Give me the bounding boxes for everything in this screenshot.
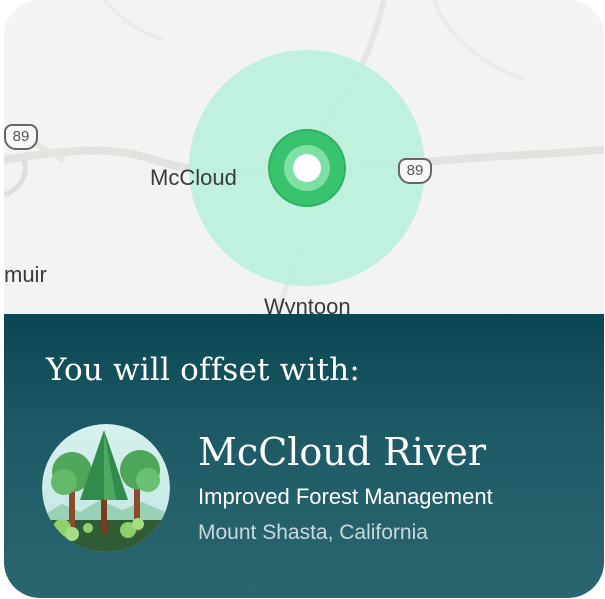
map-canvas xyxy=(4,0,604,330)
forest-illustration-icon xyxy=(42,424,170,552)
offset-headline: You will offset with: xyxy=(46,352,361,388)
offset-panel: You will offset with: McCloud River Impr… xyxy=(4,314,604,598)
map-view[interactable]: McCloud muir Wyntoon 89 89 xyxy=(4,0,604,330)
location-marker-icon xyxy=(268,129,346,207)
route-shield-icon: 89 xyxy=(4,124,38,150)
project-name: McCloud River xyxy=(198,430,487,474)
project-type: Improved Forest Management xyxy=(198,484,493,509)
project-location: Mount Shasta, California xyxy=(198,521,428,544)
offset-card: McCloud muir Wyntoon 89 89 You will offs… xyxy=(4,0,604,598)
town-label-mccloud: McCloud xyxy=(150,165,237,190)
route-shield-icon: 89 xyxy=(398,158,432,184)
town-label-west: muir xyxy=(4,262,47,287)
